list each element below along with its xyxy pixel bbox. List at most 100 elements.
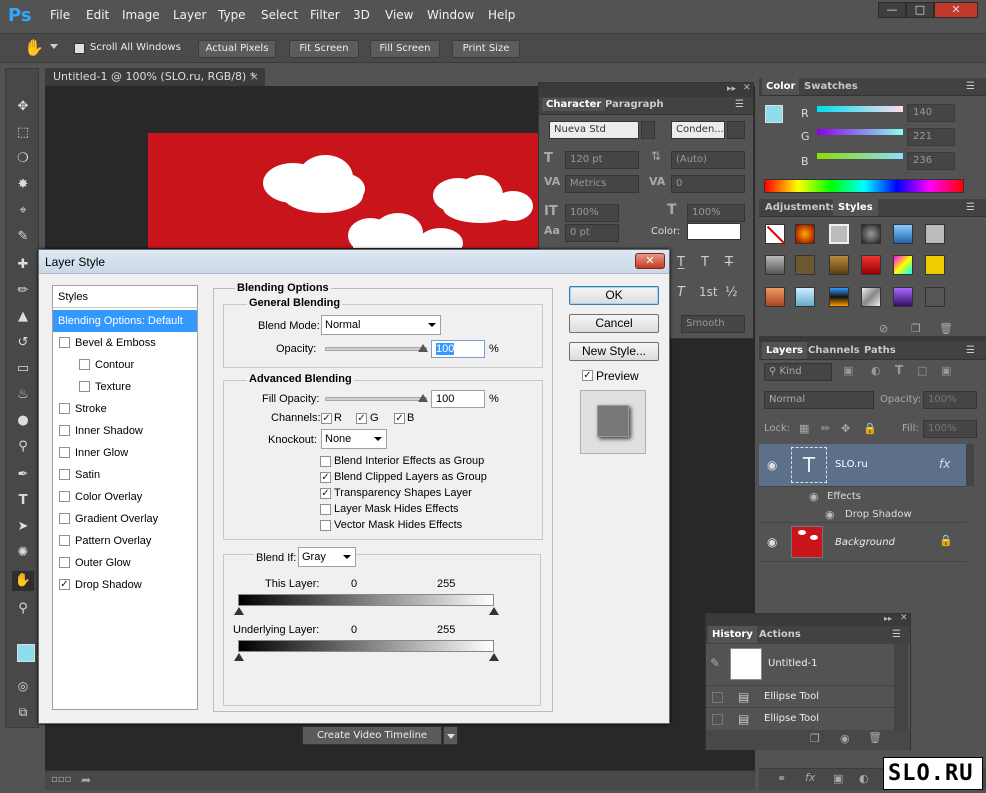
kerning-field[interactable]: Metrics — [565, 175, 639, 193]
drop-shadow-eye-icon[interactable]: ◉ — [825, 508, 835, 521]
filter-adjust-icon[interactable]: ◐ — [871, 364, 881, 377]
channel-r-checkbox[interactable]: ✓ — [321, 413, 332, 424]
ok-button[interactable]: OK — [569, 286, 659, 305]
underlying-black-thumb[interactable] — [234, 653, 244, 661]
history-state-row[interactable]: ▤ Ellipse Tool — [706, 708, 894, 730]
style-item[interactable]: Texture — [53, 376, 197, 398]
menu-file[interactable]: File — [50, 8, 70, 22]
clone-stamp-tool-icon[interactable]: ▲ — [12, 307, 34, 327]
clear-style-icon[interactable]: ⊘ — [879, 322, 888, 335]
style-swatch-12[interactable] — [925, 255, 945, 275]
panel-close-icon[interactable]: ✕ — [743, 83, 751, 93]
swash-icon[interactable]: T — [677, 285, 685, 300]
style-item[interactable]: Outer Glow — [53, 552, 197, 574]
layer-fx-icon[interactable]: fx — [939, 457, 950, 471]
anti-alias-select[interactable]: Smooth — [681, 315, 745, 333]
history-snapshot-row[interactable]: ✎ Untitled-1 — [706, 644, 894, 686]
screen-mode-icon[interactable]: ⧉ — [12, 702, 34, 722]
actual-pixels-button[interactable]: Actual Pixels — [198, 40, 276, 58]
font-style-field[interactable]: Conden... — [671, 121, 725, 139]
cancel-button[interactable]: Cancel — [569, 314, 659, 333]
opacity-input[interactable]: 100 — [431, 340, 485, 358]
style-item-checkbox[interactable] — [59, 337, 70, 348]
g-value[interactable]: 221 — [907, 128, 955, 146]
g-slider[interactable] — [817, 129, 903, 135]
add-mask-icon[interactable]: ▣ — [833, 772, 843, 785]
document-canvas[interactable] — [148, 133, 538, 248]
style-swatch-10[interactable] — [861, 255, 881, 275]
style-swatch-17[interactable] — [893, 287, 913, 307]
add-fx-icon[interactable]: fx — [805, 771, 815, 784]
baseline-shift-field[interactable]: 0 pt — [565, 224, 619, 242]
strikethrough-icon[interactable]: T̶ — [725, 255, 733, 270]
style-swatch-16[interactable] — [861, 287, 881, 307]
menu-window[interactable]: Window — [427, 8, 474, 22]
maximize-button[interactable]: □ — [906, 2, 934, 18]
dodge-tool-icon[interactable]: ⚲ — [12, 437, 34, 457]
advanced-option-checkbox[interactable] — [320, 504, 331, 515]
font-family-dropdown[interactable] — [641, 121, 655, 139]
layer-visibility-eye-icon[interactable]: ◉ — [767, 458, 777, 472]
style-item-checkbox[interactable] — [59, 535, 70, 546]
underline-icon[interactable]: T̲ — [677, 255, 685, 270]
menu-type[interactable]: Type — [218, 8, 246, 22]
brush-tool-icon[interactable]: ✏ — [12, 281, 34, 301]
style-item[interactable]: Gradient Overlay — [53, 508, 197, 530]
style-item[interactable]: Bevel & Emboss — [53, 332, 197, 354]
create-snapshot-icon[interactable]: ◉ — [840, 732, 850, 745]
tab-channels[interactable]: Channels — [808, 345, 860, 356]
font-family-field[interactable]: Nueva Std — [549, 121, 639, 139]
eyedropper-tool-icon[interactable]: ✎ — [12, 227, 34, 247]
font-size-field[interactable]: 120 pt — [565, 151, 639, 169]
advanced-option-checkbox[interactable]: ✓ — [320, 472, 331, 483]
tracking-field[interactable]: 0 — [671, 175, 745, 193]
filter-smart-icon[interactable]: ▣ — [941, 364, 951, 377]
background-visibility-eye-icon[interactable]: ◉ — [767, 535, 777, 549]
style-item-checkbox[interactable] — [59, 469, 70, 480]
blur-tool-icon[interactable]: ● — [12, 411, 34, 431]
blend-if-select[interactable]: Gray — [298, 547, 356, 567]
lock-position-icon[interactable]: ✥ — [841, 422, 850, 435]
tab-color[interactable]: Color — [762, 78, 800, 95]
path-select-tool-icon[interactable]: ➤ — [12, 517, 34, 537]
b-value[interactable]: 236 — [907, 152, 955, 170]
filter-type-icon[interactable]: T — [895, 363, 903, 377]
opacity-slider[interactable] — [325, 347, 427, 351]
style-item-checkbox[interactable] — [79, 381, 90, 392]
lock-pixels-icon[interactable]: ✏ — [821, 422, 830, 435]
lasso-tool-icon[interactable]: ❍ — [12, 149, 34, 169]
shape-tool-icon[interactable]: ✺ — [12, 543, 34, 563]
menu-layer[interactable]: Layer — [173, 8, 206, 22]
link-layers-icon[interactable]: ⚭ — [777, 772, 786, 785]
panel-collapse-icon[interactable]: ▸▸ — [727, 84, 736, 94]
fractions-icon[interactable]: ½ — [725, 285, 738, 300]
style-item-checkbox[interactable] — [59, 491, 70, 502]
strikethrough-plain-icon[interactable]: T — [701, 255, 709, 270]
move-tool-icon[interactable]: ✥ — [12, 97, 34, 117]
blend-mode-select[interactable]: Normal — [321, 315, 441, 335]
styles-panel-menu-icon[interactable]: ☰ — [966, 202, 975, 213]
b-slider[interactable] — [817, 153, 903, 159]
effects-eye-icon[interactable]: ◉ — [809, 490, 819, 503]
color-spectrum-ramp[interactable] — [764, 179, 964, 193]
history-brush-source-icon[interactable]: ✎ — [710, 656, 720, 670]
tab-actions[interactable]: Actions — [759, 629, 801, 640]
new-document-from-state-icon[interactable]: ❐ — [810, 732, 820, 745]
style-item-checkbox[interactable] — [59, 425, 70, 436]
knockout-select[interactable]: None — [321, 429, 387, 449]
style-item-checkbox[interactable]: ✓ — [59, 579, 70, 590]
style-swatch-2[interactable] — [795, 224, 815, 244]
style-item[interactable]: Contour — [53, 354, 197, 376]
history-close-icon[interactable]: ✕ — [900, 613, 908, 623]
style-item[interactable]: Pattern Overlay — [53, 530, 197, 552]
advanced-option-checkbox[interactable] — [320, 520, 331, 531]
advanced-option-checkbox[interactable]: ✓ — [320, 488, 331, 499]
tab-paths[interactable]: Paths — [864, 345, 896, 356]
layers-panel-menu-icon[interactable]: ☰ — [966, 345, 975, 356]
underlying-white-thumb[interactable] — [489, 653, 499, 661]
type-tool-icon[interactable]: T — [12, 491, 34, 511]
paint-bucket-tool-icon[interactable]: ♨ — [12, 385, 34, 405]
hand-tool-icon[interactable]: ✋ — [24, 38, 44, 57]
style-item-checkbox[interactable] — [59, 513, 70, 524]
layer-fill-field[interactable]: 100% — [923, 420, 977, 438]
